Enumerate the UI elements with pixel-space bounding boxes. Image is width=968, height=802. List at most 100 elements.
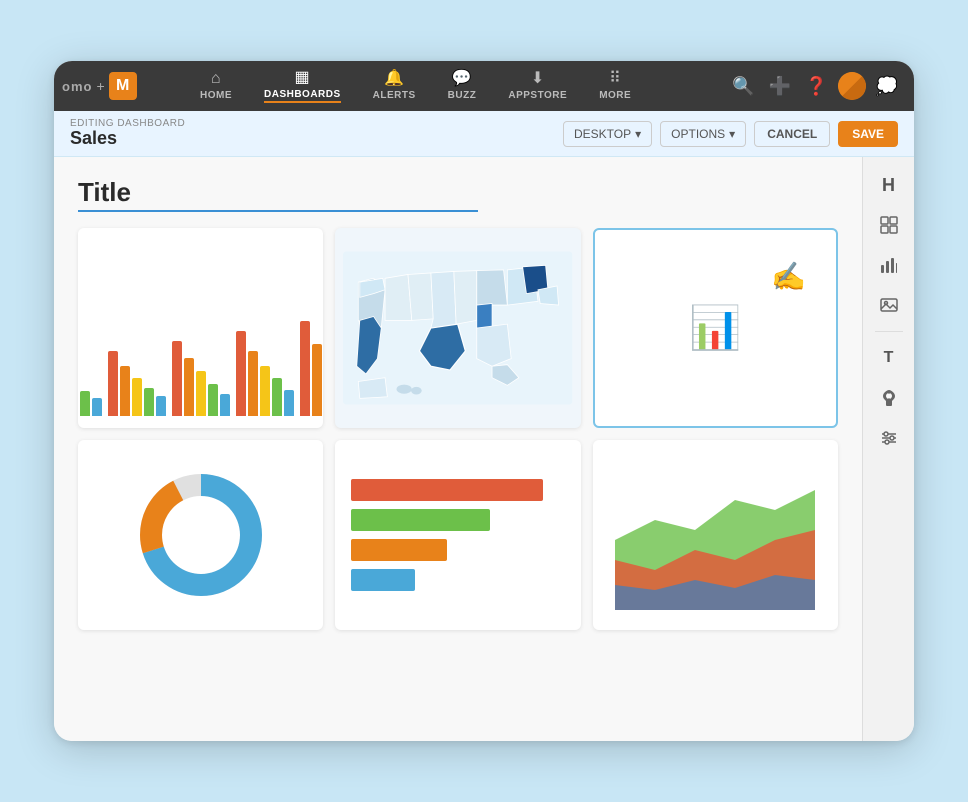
chart-placeholder-icon: 📊 <box>689 304 741 353</box>
bar <box>220 394 230 416</box>
chart-button[interactable] <box>871 247 907 283</box>
avatar[interactable] <box>838 72 866 100</box>
nav-right: 🔍 ➕ ❓ 💭 <box>728 72 914 101</box>
sidebar-divider <box>875 331 903 332</box>
nav-items: ⌂ HOME ▦ DASHBOARDS 🔔 ALERTS 💬 BUZZ ⬇ AP… <box>184 64 728 109</box>
area-chart <box>615 460 815 610</box>
alerts-label: ALERTS <box>373 90 416 101</box>
bar <box>184 358 194 416</box>
nav-item-appstore[interactable]: ⬇ APPSTORE <box>492 65 583 107</box>
desktop-label: DESKTOP <box>574 127 631 141</box>
more-icon: ⠿ <box>609 71 621 87</box>
dashboards-icon: ▦ <box>295 70 311 86</box>
main-content: ✍ 📊 <box>54 157 914 741</box>
staircase-card <box>335 440 580 630</box>
bar-group <box>172 341 230 416</box>
stair-bar <box>351 479 543 501</box>
bar-chart-card <box>78 228 323 428</box>
options-label: OPTIONS <box>671 127 725 141</box>
bar <box>284 390 294 416</box>
device-frame: omo + M ⌂ HOME ▦ DASHBOARDS 🔔 ALERTS 💬 B… <box>54 61 914 741</box>
cancel-button[interactable]: CANCEL <box>754 121 830 147</box>
top-nav: omo + M ⌂ HOME ▦ DASHBOARDS 🔔 ALERTS 💬 B… <box>54 61 914 111</box>
nav-item-more[interactable]: ⠿ MORE <box>583 65 647 107</box>
editing-info: EDITING DASHBOARD Sales <box>70 118 563 149</box>
editing-label: EDITING DASHBOARD <box>70 118 563 129</box>
bar <box>208 384 218 416</box>
options-chevron-icon: ▾ <box>729 127 735 141</box>
appstore-label: APPSTORE <box>508 90 567 101</box>
avatar-image <box>838 72 866 100</box>
stair-bar <box>351 539 447 561</box>
logo-m[interactable]: M <box>109 72 137 100</box>
home-label: HOME <box>200 90 232 101</box>
editing-title: Sales <box>70 129 563 149</box>
bar <box>272 378 282 416</box>
donut-chart <box>136 470 266 600</box>
search-icon[interactable]: 🔍 <box>728 72 758 101</box>
area-card <box>593 440 838 630</box>
usa-map <box>343 236 572 420</box>
dashboard-grid: ✍ 📊 <box>78 228 838 630</box>
bar <box>120 366 130 416</box>
chat-icon[interactable]: 💭 <box>872 72 902 101</box>
editing-bar: EDITING DASHBOARD Sales DESKTOP ▾ OPTION… <box>54 111 914 157</box>
bar <box>300 321 310 416</box>
bar-group <box>108 351 166 416</box>
title-input-wrapper <box>78 177 838 212</box>
dashboards-label: DASHBOARDS <box>264 89 341 103</box>
bar <box>132 378 142 416</box>
drag-cursor-icon: ✍ <box>771 260 806 293</box>
nav-item-dashboards[interactable]: ▦ DASHBOARDS <box>248 64 357 109</box>
nav-item-alerts[interactable]: 🔔 ALERTS <box>357 65 432 107</box>
drag-indicator: ✍ 📊 <box>593 228 838 428</box>
bar <box>172 341 182 416</box>
bar-group <box>300 321 324 416</box>
bar <box>92 398 102 416</box>
logo-domo-text: omo <box>62 79 92 94</box>
bar-group <box>236 331 294 416</box>
canvas-area: ✍ 📊 <box>54 157 862 741</box>
layout-button[interactable] <box>871 207 907 243</box>
bar <box>80 391 90 416</box>
stair-bar <box>351 509 490 531</box>
logo-area: omo + M <box>54 72 184 100</box>
options-button[interactable]: OPTIONS ▾ <box>660 121 746 147</box>
text-button[interactable]: T <box>871 340 907 376</box>
add-icon[interactable]: ➕ <box>765 72 795 101</box>
nav-item-buzz[interactable]: 💬 BUZZ <box>432 65 493 107</box>
save-button[interactable]: SAVE <box>838 121 898 147</box>
editing-actions: DESKTOP ▾ OPTIONS ▾ CANCEL SAVE <box>563 121 898 147</box>
appstore-icon: ⬇ <box>531 71 545 87</box>
bar <box>236 331 246 416</box>
bar <box>312 344 322 416</box>
bar-group <box>78 361 102 416</box>
more-label: MORE <box>599 90 631 101</box>
bar <box>156 396 166 416</box>
heading-button[interactable]: H <box>871 167 907 203</box>
staircase-chart <box>351 479 564 591</box>
bar <box>108 351 118 416</box>
logo-plus: + <box>96 78 104 94</box>
buzz-label: BUZZ <box>448 90 477 101</box>
home-icon: ⌂ <box>211 71 221 87</box>
filter-button[interactable] <box>871 380 907 416</box>
bar <box>144 388 154 416</box>
bar-chart <box>78 266 323 416</box>
help-icon[interactable]: ❓ <box>801 72 831 101</box>
right-sidebar: H <box>862 157 914 741</box>
nav-item-home[interactable]: ⌂ HOME <box>184 65 248 107</box>
bar <box>196 371 206 416</box>
desktop-button[interactable]: DESKTOP ▾ <box>563 121 652 147</box>
bar <box>260 366 270 416</box>
buzz-icon: 💬 <box>452 71 472 87</box>
map-card <box>335 228 580 428</box>
title-input[interactable] <box>78 177 478 212</box>
stair-bar <box>351 569 415 591</box>
image-button[interactable] <box>871 287 907 323</box>
settings-button[interactable] <box>871 420 907 456</box>
bar <box>248 351 258 416</box>
donut-card <box>78 440 323 630</box>
desktop-chevron-icon: ▾ <box>635 127 641 141</box>
alerts-icon: 🔔 <box>384 71 404 87</box>
